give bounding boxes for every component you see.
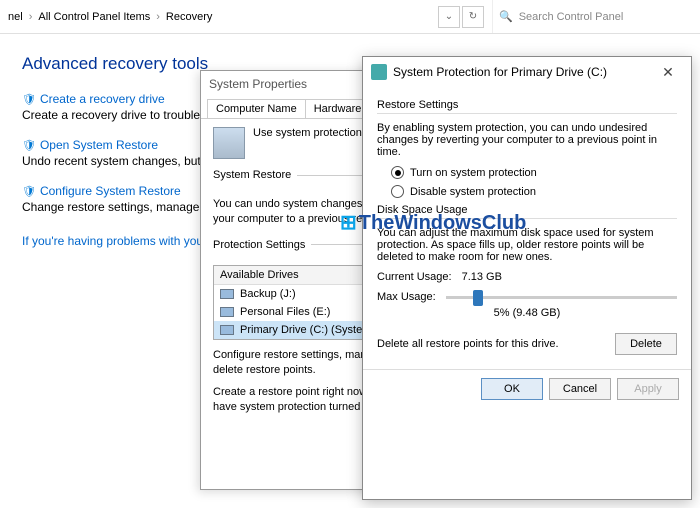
cancel-button[interactable]: Cancel [549,378,611,400]
max-usage-label: Max Usage: [377,291,436,303]
tab-hardware[interactable]: Hardware [305,99,371,118]
computer-icon [213,127,245,159]
tab-computer-name[interactable]: Computer Name [207,99,306,118]
delete-restore-text: Delete all restore points for this drive… [377,338,559,350]
apply-button[interactable]: Apply [617,378,679,400]
shield-icon: 🛡 [22,94,36,106]
drive-icon [220,307,234,317]
dialog-title: System Protection for Primary Drive (C:) [393,65,607,79]
shield-icon: 🛡 [22,140,36,152]
disk-space-desc: You can adjust the maximum disk space us… [377,227,677,263]
tool-link[interactable]: Configure System Restore [40,184,181,198]
dialog-buttons: OK Cancel Apply [363,369,691,408]
protection-icon [371,64,387,80]
shield-icon: 🛡 [22,186,36,198]
chevron-right-icon: › [156,11,160,23]
restore-settings-desc: By enabling system protection, you can u… [377,122,677,158]
group-label: Protection Settings [213,239,311,251]
tool-link[interactable]: Open System Restore [40,138,158,152]
close-button[interactable]: ✕ [653,64,683,81]
current-usage-label: Current Usage: [377,271,452,283]
group-label: Restore Settings [377,99,677,111]
radio-icon [391,185,404,198]
restore-settings-group: Restore Settings By enabling system prot… [377,99,677,198]
search-placeholder: Search Control Panel [519,11,624,23]
search-input[interactable]: 🔍 Search Control Panel [492,0,692,33]
radio-label: Turn on system protection [410,167,537,179]
refresh-button[interactable]: ↻ [462,6,484,28]
address-bar: nel › All Control Panel Items › Recovery… [0,0,700,34]
group-label: System Restore [213,169,297,181]
current-usage-value: 7.13 GB [462,271,502,283]
breadcrumb-part[interactable]: Recovery [166,11,212,23]
disk-space-group: Disk Space Usage You can adjust the maxi… [377,204,677,355]
breadcrumb-part: nel [8,11,23,23]
chevron-right-icon: › [29,11,33,23]
breadcrumb[interactable]: nel › All Control Panel Items › Recovery [8,11,430,23]
search-icon: 🔍 [499,10,513,23]
drive-icon [220,325,234,335]
radio-icon [391,166,404,179]
breadcrumb-part[interactable]: All Control Panel Items [38,11,150,23]
system-protection-dialog: System Protection for Primary Drive (C:)… [362,56,692,500]
group-label: Disk Space Usage [377,204,677,216]
tool-link[interactable]: Create a recovery drive [40,92,165,106]
delete-button[interactable]: Delete [615,333,677,355]
radio-disable[interactable]: Disable system protection [391,185,677,198]
radio-label: Disable system protection [410,186,536,198]
dropdown-button[interactable]: ⌄ [438,6,460,28]
drive-icon [220,289,234,299]
max-usage-slider[interactable] [446,296,677,299]
ok-button[interactable]: OK [481,378,543,400]
slider-thumb[interactable] [473,290,483,306]
max-usage-value: 5% (9.48 GB) [377,307,677,319]
radio-turn-on[interactable]: Turn on system protection [391,166,677,179]
